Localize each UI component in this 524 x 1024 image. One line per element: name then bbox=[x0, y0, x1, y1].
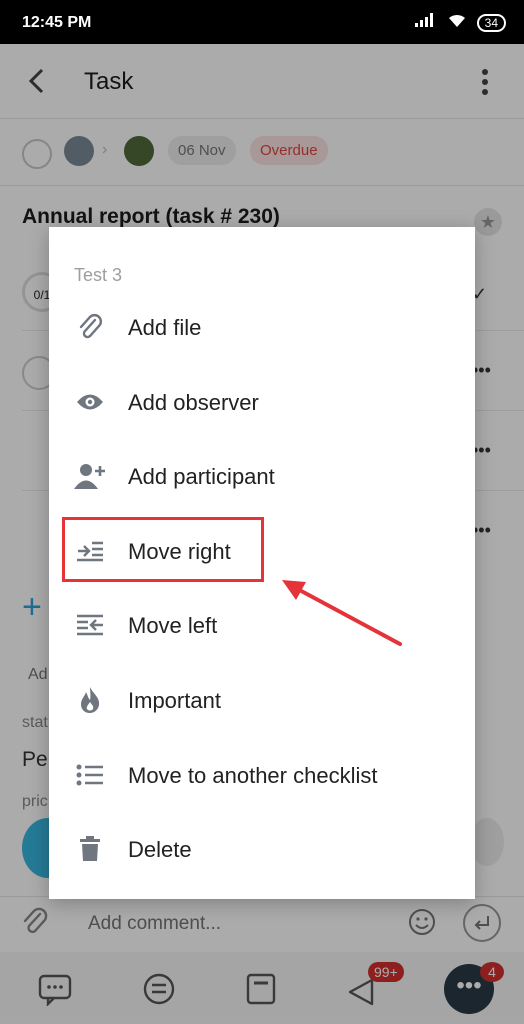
status-time: 12:45 PM bbox=[22, 14, 92, 31]
menu-item-label: Move to another checklist bbox=[128, 763, 378, 788]
indent-left-icon bbox=[73, 611, 107, 639]
menu-item-delete[interactable]: Delete bbox=[49, 819, 475, 879]
menu-item-important[interactable]: Important bbox=[49, 670, 475, 730]
list-icon bbox=[73, 761, 107, 789]
signal-icon bbox=[414, 13, 437, 32]
flame-icon bbox=[73, 686, 107, 714]
menu-item-move-left[interactable]: Move left bbox=[49, 595, 475, 655]
status-icons: 34 bbox=[414, 12, 506, 33]
paperclip-icon bbox=[73, 313, 107, 341]
annotation-arrow-icon bbox=[282, 580, 402, 646]
menu-item-label: Delete bbox=[128, 837, 192, 862]
menu-item-add-observer[interactable]: Add observer bbox=[49, 372, 475, 432]
battery-icon: 34 bbox=[476, 13, 506, 32]
menu-item-label: Important bbox=[128, 688, 221, 713]
status-bar: 12:45 PM 34 bbox=[0, 0, 524, 44]
menu-item-add-file[interactable]: Add file bbox=[49, 297, 475, 357]
menu-item-add-participant[interactable]: Add participant bbox=[49, 446, 475, 506]
highlight-box bbox=[62, 517, 264, 582]
trash-icon bbox=[73, 835, 107, 863]
menu-item-label: Add observer bbox=[128, 390, 259, 415]
menu-item-move-to-checklist[interactable]: Move to another checklist bbox=[49, 745, 475, 805]
menu-header: Test 3 bbox=[74, 265, 123, 285]
menu-item-label: Add file bbox=[128, 315, 202, 340]
menu-item-label: Move left bbox=[128, 613, 218, 638]
eye-icon bbox=[73, 388, 107, 416]
add-person-icon bbox=[73, 462, 107, 490]
menu-item-label: Add participant bbox=[128, 464, 275, 489]
wifi-icon bbox=[447, 12, 467, 33]
